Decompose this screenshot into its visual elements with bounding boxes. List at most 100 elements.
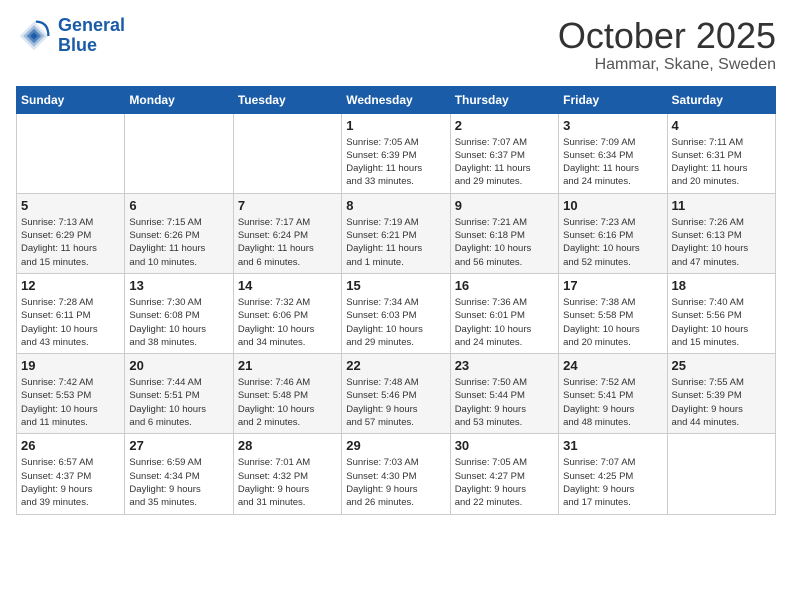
calendar-cell: 8 Sunrise: 7:19 AM Sunset: 6:21 PM Daylig… — [342, 193, 450, 273]
calendar-cell: 4Sunrise: 7:11 AM Sunset: 6:31 PM Daylig… — [667, 113, 775, 193]
calendar-cell: 16 Sunrise: 7:36 AM Sunset: 6:01 PM Dayli… — [450, 273, 558, 353]
calendar-cell: 27 Sunrise: 6:59 AM Sunset: 4:34 PM Dayli… — [125, 434, 233, 514]
calendar-cell: 19 Sunrise: 7:42 AM Sunset: 5:53 PM Dayli… — [17, 354, 125, 434]
calendar-cell: 10 Sunrise: 7:23 AM Sunset: 6:16 PM Dayli… — [559, 193, 667, 273]
day-info: Sunrise: 7:17 AM Sunset: 6:24 PM Dayligh… — [238, 216, 337, 269]
day-number: 16 — [455, 278, 554, 293]
day-info: Sunrise: 7:52 AM Sunset: 5:41 PM Dayligh… — [563, 376, 662, 429]
day-info: Sunrise: 7:34 AM Sunset: 6:03 PM Dayligh… — [346, 296, 445, 349]
day-info: Sunrise: 7:32 AM Sunset: 6:06 PM Dayligh… — [238, 296, 337, 349]
day-header-thursday: Thursday — [450, 86, 558, 113]
day-number: 8 — [346, 198, 445, 213]
day-info: Sunrise: 7:15 AM Sunset: 6:26 PM Dayligh… — [129, 216, 228, 269]
calendar-cell: 28Sunrise: 7:01 AM Sunset: 4:32 PM Dayli… — [233, 434, 341, 514]
calendar-cell — [17, 113, 125, 193]
day-number: 6 — [129, 198, 228, 213]
day-number: 19 — [21, 358, 120, 373]
day-info: Sunrise: 7:42 AM Sunset: 5:53 PM Dayligh… — [21, 376, 120, 429]
calendar-cell: 1 Sunrise: 7:05 AM Sunset: 6:39 PM Daylig… — [342, 113, 450, 193]
calendar-cell: 21 Sunrise: 7:46 AM Sunset: 5:48 PM Dayli… — [233, 354, 341, 434]
location-subtitle: Hammar, Skane, Sweden — [558, 56, 776, 74]
day-number: 26 — [21, 438, 120, 453]
calendar-cell: 17 Sunrise: 7:38 AM Sunset: 5:58 PM Dayli… — [559, 273, 667, 353]
calendar-cell: 18Sunrise: 7:40 AM Sunset: 5:56 PM Dayli… — [667, 273, 775, 353]
day-number: 30 — [455, 438, 554, 453]
day-info: Sunrise: 7:48 AM Sunset: 5:46 PM Dayligh… — [346, 376, 445, 429]
day-number: 12 — [21, 278, 120, 293]
calendar-cell: 26 Sunrise: 6:57 AM Sunset: 4:37 PM Dayli… — [17, 434, 125, 514]
logo-text: General Blue — [58, 16, 125, 56]
day-info: Sunrise: 7:07 AM Sunset: 6:37 PM Dayligh… — [455, 136, 554, 189]
day-number: 13 — [129, 278, 228, 293]
day-number: 4 — [672, 118, 771, 133]
day-number: 7 — [238, 198, 337, 213]
day-number: 5 — [21, 198, 120, 213]
day-number: 22 — [346, 358, 445, 373]
calendar-cell: 11Sunrise: 7:26 AM Sunset: 6:13 PM Dayli… — [667, 193, 775, 273]
day-info: Sunrise: 7:30 AM Sunset: 6:08 PM Dayligh… — [129, 296, 228, 349]
day-info: Sunrise: 6:59 AM Sunset: 4:34 PM Dayligh… — [129, 456, 228, 509]
logo: General Blue — [16, 16, 125, 56]
calendar-cell: 20Sunrise: 7:44 AM Sunset: 5:51 PM Dayli… — [125, 354, 233, 434]
day-number: 20 — [129, 358, 228, 373]
day-number: 18 — [672, 278, 771, 293]
day-info: Sunrise: 7:46 AM Sunset: 5:48 PM Dayligh… — [238, 376, 337, 429]
day-info: Sunrise: 7:21 AM Sunset: 6:18 PM Dayligh… — [455, 216, 554, 269]
day-header-saturday: Saturday — [667, 86, 775, 113]
day-info: Sunrise: 7:01 AM Sunset: 4:32 PM Dayligh… — [238, 456, 337, 509]
page-header: General Blue October 2025 Hammar, Skane,… — [16, 16, 776, 74]
calendar-cell: 30 Sunrise: 7:05 AM Sunset: 4:27 PM Dayli… — [450, 434, 558, 514]
day-number: 9 — [455, 198, 554, 213]
day-info: Sunrise: 7:03 AM Sunset: 4:30 PM Dayligh… — [346, 456, 445, 509]
day-number: 31 — [563, 438, 662, 453]
calendar-cell — [125, 113, 233, 193]
day-header-monday: Monday — [125, 86, 233, 113]
day-header-sunday: Sunday — [17, 86, 125, 113]
calendar-cell: 7 Sunrise: 7:17 AM Sunset: 6:24 PM Daylig… — [233, 193, 341, 273]
calendar-cell: 3Sunrise: 7:09 AM Sunset: 6:34 PM Daylig… — [559, 113, 667, 193]
day-info: Sunrise: 7:13 AM Sunset: 6:29 PM Dayligh… — [21, 216, 120, 269]
calendar-cell — [233, 113, 341, 193]
calendar-cell: 9 Sunrise: 7:21 AM Sunset: 6:18 PM Daylig… — [450, 193, 558, 273]
day-number: 21 — [238, 358, 337, 373]
week-row-4: 19 Sunrise: 7:42 AM Sunset: 5:53 PM Dayli… — [17, 354, 776, 434]
calendar-cell: 6 Sunrise: 7:15 AM Sunset: 6:26 PM Daylig… — [125, 193, 233, 273]
logo-icon — [16, 18, 52, 54]
title-block: October 2025 Hammar, Skane, Sweden — [558, 16, 776, 74]
calendar-cell: 23 Sunrise: 7:50 AM Sunset: 5:44 PM Dayli… — [450, 354, 558, 434]
week-row-2: 5 Sunrise: 7:13 AM Sunset: 6:29 PM Daylig… — [17, 193, 776, 273]
day-number: 25 — [672, 358, 771, 373]
day-number: 27 — [129, 438, 228, 453]
day-info: Sunrise: 7:23 AM Sunset: 6:16 PM Dayligh… — [563, 216, 662, 269]
calendar-table: SundayMondayTuesdayWednesdayThursdayFrid… — [16, 86, 776, 515]
day-number: 2 — [455, 118, 554, 133]
day-info: Sunrise: 7:05 AM Sunset: 4:27 PM Dayligh… — [455, 456, 554, 509]
day-number: 10 — [563, 198, 662, 213]
day-info: Sunrise: 7:28 AM Sunset: 6:11 PM Dayligh… — [21, 296, 120, 349]
day-info: Sunrise: 7:19 AM Sunset: 6:21 PM Dayligh… — [346, 216, 445, 269]
day-header-wednesday: Wednesday — [342, 86, 450, 113]
week-row-1: 1 Sunrise: 7:05 AM Sunset: 6:39 PM Daylig… — [17, 113, 776, 193]
calendar-cell — [667, 434, 775, 514]
calendar-cell: 22 Sunrise: 7:48 AM Sunset: 5:46 PM Dayli… — [342, 354, 450, 434]
calendar-cell: 15 Sunrise: 7:34 AM Sunset: 6:03 PM Dayli… — [342, 273, 450, 353]
day-header-friday: Friday — [559, 86, 667, 113]
calendar-cell: 13 Sunrise: 7:30 AM Sunset: 6:08 PM Dayli… — [125, 273, 233, 353]
month-title: October 2025 — [558, 16, 776, 56]
day-number: 23 — [455, 358, 554, 373]
day-info: Sunrise: 7:07 AM Sunset: 4:25 PM Dayligh… — [563, 456, 662, 509]
day-number: 14 — [238, 278, 337, 293]
day-info: Sunrise: 7:38 AM Sunset: 5:58 PM Dayligh… — [563, 296, 662, 349]
day-info: Sunrise: 6:57 AM Sunset: 4:37 PM Dayligh… — [21, 456, 120, 509]
day-number: 15 — [346, 278, 445, 293]
calendar-cell: 31 Sunrise: 7:07 AM Sunset: 4:25 PM Dayli… — [559, 434, 667, 514]
calendar-cell: 25Sunrise: 7:55 AM Sunset: 5:39 PM Dayli… — [667, 354, 775, 434]
day-number: 1 — [346, 118, 445, 133]
day-info: Sunrise: 7:05 AM Sunset: 6:39 PM Dayligh… — [346, 136, 445, 189]
day-info: Sunrise: 7:50 AM Sunset: 5:44 PM Dayligh… — [455, 376, 554, 429]
day-number: 17 — [563, 278, 662, 293]
day-number: 24 — [563, 358, 662, 373]
calendar-cell: 2 Sunrise: 7:07 AM Sunset: 6:37 PM Daylig… — [450, 113, 558, 193]
day-info: Sunrise: 7:36 AM Sunset: 6:01 PM Dayligh… — [455, 296, 554, 349]
day-number: 3 — [563, 118, 662, 133]
